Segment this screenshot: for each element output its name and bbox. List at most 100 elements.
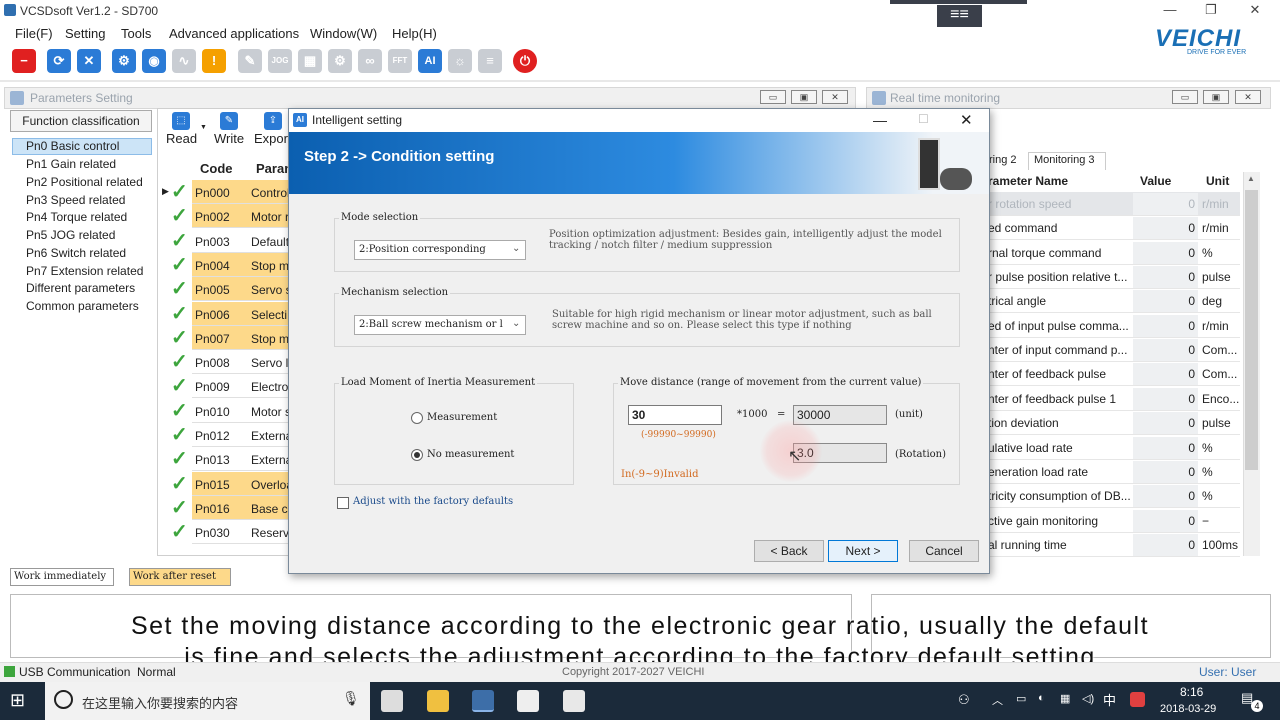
scroll-up-icon[interactable]: ▲ <box>1247 174 1255 183</box>
minimize-button[interactable]: — <box>1155 2 1185 17</box>
rt-param-value: 0 <box>1133 339 1198 362</box>
edit-icon[interactable]: ✎ <box>238 49 262 73</box>
rt-param-name: ulative load rate <box>988 440 1073 455</box>
alarm-icon[interactable]: ! <box>202 49 226 73</box>
volume-icon[interactable]: ◁) <box>1082 692 1094 705</box>
menu-tools[interactable]: Tools <box>121 26 151 41</box>
category-pn2[interactable]: Pn2 Positional related <box>26 175 143 189</box>
bulb-icon[interactable]: ☼ <box>448 49 472 73</box>
jog-icon[interactable]: JOG <box>268 49 292 73</box>
menu-help[interactable]: Help(H) <box>392 26 437 41</box>
read-icon[interactable]: ⬚ <box>172 112 190 130</box>
measurement-radio[interactable] <box>411 412 423 424</box>
params-close-button[interactable]: ✕ <box>822 90 848 104</box>
clock-date[interactable]: 2018-03-29 <box>1160 703 1216 715</box>
read-button[interactable]: Read <box>166 131 197 146</box>
clock-time[interactable]: 8:16 <box>1180 685 1203 699</box>
link-icon[interactable]: ∞ <box>358 49 382 73</box>
keyboard-icon[interactable]: ▦ <box>1060 692 1070 705</box>
windows-start-icon[interactable]: ⊞ <box>10 690 25 711</box>
waveform-icon[interactable]: ∿ <box>172 49 196 73</box>
no-measurement-radio[interactable] <box>411 449 423 461</box>
app-taskbar-icon[interactable] <box>563 690 585 712</box>
category-pn3[interactable]: Pn3 Speed related <box>26 193 125 207</box>
move-distance-input[interactable]: 30 <box>628 405 722 425</box>
param-name: Base cu <box>251 501 291 516</box>
close-button[interactable]: ✕ <box>1240 2 1270 18</box>
rt-minimize-button[interactable]: ▭ <box>1172 90 1198 104</box>
menu-burger-icon[interactable]: ≡≡ <box>937 5 982 27</box>
rt-param-value: 0 <box>1133 241 1198 264</box>
network-icon[interactable]: ▭ <box>1016 692 1026 705</box>
check-icon: ✓ <box>171 472 188 495</box>
category-pn6[interactable]: Pn6 Switch related <box>26 246 126 260</box>
ai-icon[interactable]: AI <box>418 49 442 73</box>
calculator-icon[interactable] <box>381 690 403 712</box>
category-pn1[interactable]: Pn1 Gain related <box>26 157 116 171</box>
category-common[interactable]: Common parameters <box>26 299 139 313</box>
chevron-down-icon[interactable]: ⌄ <box>512 243 520 254</box>
dialog-minimize-button[interactable]: — <box>873 112 887 128</box>
overlay-bar <box>890 0 1027 4</box>
view-icon[interactable]: ◉ <box>142 49 166 73</box>
tab-monitoring-2[interactable]: ring 2 <box>989 154 1017 166</box>
rt-param-name: nter of feedback pulse 1 <box>988 391 1117 406</box>
menu-setting[interactable]: Setting <box>65 26 105 41</box>
pattern-icon[interactable]: ▦ <box>298 49 322 73</box>
cancel-button[interactable]: Cancel <box>909 540 979 562</box>
power-icon[interactable]: ⏻ <box>513 49 537 73</box>
menu-window[interactable]: Window(W) <box>310 26 377 41</box>
rt-param-name: al running time <box>988 537 1067 552</box>
params-restore-button[interactable]: ▣ <box>791 90 817 104</box>
param-name: Externa <box>251 453 291 468</box>
sliders-icon[interactable]: ≡ <box>478 49 502 73</box>
tray-chevron-icon[interactable]: ︿ <box>992 692 1003 708</box>
file-explorer-icon[interactable] <box>427 690 449 712</box>
read-dropdown-icon[interactable]: ▼ <box>200 124 207 131</box>
video-editor-icon[interactable] <box>517 690 539 712</box>
rt-close-button[interactable]: ✕ <box>1235 90 1261 104</box>
rt-scroll-thumb[interactable] <box>1245 190 1258 470</box>
next-button[interactable]: Next > <box>828 540 898 562</box>
step-title: Step 2 -> Condition setting <box>304 148 495 165</box>
mode-select[interactable]: 2:Position corresponding <box>354 240 526 260</box>
fft-icon[interactable]: FFT <box>388 49 412 73</box>
refresh-icon[interactable]: ⟳ <box>47 49 71 73</box>
ime-indicator[interactable]: 中 <box>1103 690 1116 709</box>
rt-param-name: trical angle <box>988 294 1047 309</box>
sync-icon[interactable]: ◐ <box>1038 692 1045 704</box>
params-minimize-button[interactable]: ▭ <box>760 90 786 104</box>
rt-restore-button[interactable]: ▣ <box>1203 90 1229 104</box>
write-icon[interactable]: ✎ <box>220 112 238 130</box>
category-pn4[interactable]: Pn4 Torque related <box>26 210 127 224</box>
category-different[interactable]: Different parameters <box>26 281 135 295</box>
microphone-icon[interactable]: 🎙 <box>342 690 360 707</box>
menu-advanced-applications[interactable]: Advanced applications <box>169 26 299 41</box>
vcsdsoft-taskbar-icon[interactable] <box>472 690 494 712</box>
write-button[interactable]: Write <box>214 131 244 146</box>
menu-file[interactable]: File(F) <box>15 26 53 41</box>
work-immediately-legend: Work immediately <box>10 568 114 586</box>
settings-icon[interactable]: ⚙ <box>112 49 136 73</box>
dialog-close-button[interactable]: ✕ <box>960 111 973 129</box>
category-pn0[interactable]: Pn0 Basic control <box>12 138 152 155</box>
dialog-maximize-button[interactable]: ☐ <box>918 112 929 126</box>
back-button[interactable]: < Back <box>754 540 824 562</box>
factory-defaults-checkbox[interactable] <box>337 497 349 509</box>
gear-icon[interactable]: ⚙ <box>328 49 352 73</box>
param-code: Pn008 <box>195 356 230 371</box>
mode-description: Position optimization adjustment: Beside… <box>549 229 942 251</box>
maximize-button[interactable]: ❐ <box>1196 2 1226 18</box>
antivirus-icon[interactable] <box>1130 692 1145 707</box>
export-button[interactable]: Expor <box>254 131 288 146</box>
export-icon[interactable]: ⇪ <box>264 112 282 130</box>
people-icon[interactable]: ⚇ <box>958 692 970 708</box>
work-after-reset-legend: Work after reset <box>129 568 231 586</box>
chevron-down-icon[interactable]: ⌄ <box>512 318 520 329</box>
mechanism-select[interactable]: 2:Ball screw mechanism or l <box>354 315 526 335</box>
tools-icon[interactable]: ✕ <box>77 49 101 73</box>
stop-icon[interactable]: − <box>12 49 36 73</box>
category-pn5[interactable]: Pn5 JOG related <box>26 228 115 242</box>
category-pn7[interactable]: Pn7 Extension related <box>26 264 143 278</box>
param-code: Pn016 <box>195 501 230 516</box>
